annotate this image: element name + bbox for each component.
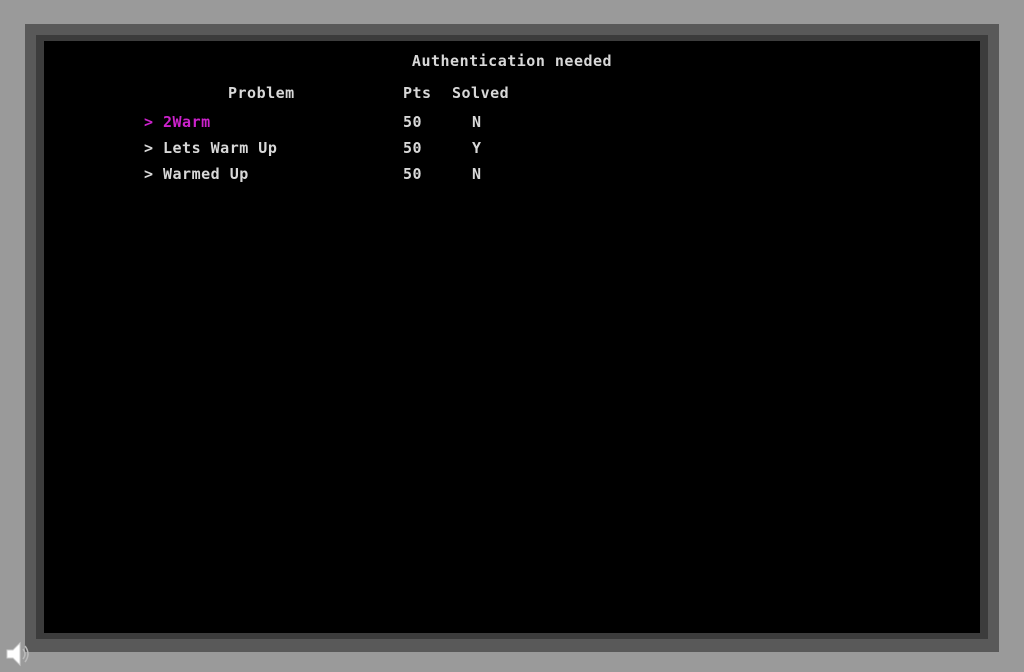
header-pts: Pts — [403, 84, 432, 102]
speaker-icon[interactable] — [4, 640, 32, 668]
problem-name[interactable]: Lets Warm Up — [163, 139, 277, 157]
problem-solved: Y — [472, 139, 482, 157]
problem-name[interactable]: Warmed Up — [163, 165, 249, 183]
problem-solved: N — [472, 113, 482, 131]
problem-pts: 50 — [403, 113, 423, 131]
header-solved: Solved — [452, 84, 510, 102]
monitor-inner-frame: Authentication needed Problem Pts Solved… — [36, 35, 988, 639]
monitor-bezel: Authentication needed Problem Pts Solved… — [25, 24, 999, 652]
row-marker-icon: > — [144, 139, 154, 157]
selection-cursor-icon: > — [144, 113, 154, 131]
problem-row-lets-warm-up[interactable]: > Lets Warm Up 50 Y — [44, 139, 980, 161]
problem-row-2warm[interactable]: > 2Warm 50 N — [44, 113, 980, 135]
problem-pts: 50 — [403, 165, 423, 183]
terminal-screen[interactable]: Authentication needed Problem Pts Solved… — [44, 41, 980, 633]
problem-row-warmed-up[interactable]: > Warmed Up 50 N — [44, 165, 980, 187]
header-problem: Problem — [228, 84, 295, 102]
problem-pts: 50 — [403, 139, 423, 157]
problem-name[interactable]: 2Warm — [163, 113, 211, 131]
problem-solved: N — [472, 165, 482, 183]
row-marker-icon: > — [144, 165, 154, 183]
screen-title: Authentication needed — [411, 52, 613, 70]
